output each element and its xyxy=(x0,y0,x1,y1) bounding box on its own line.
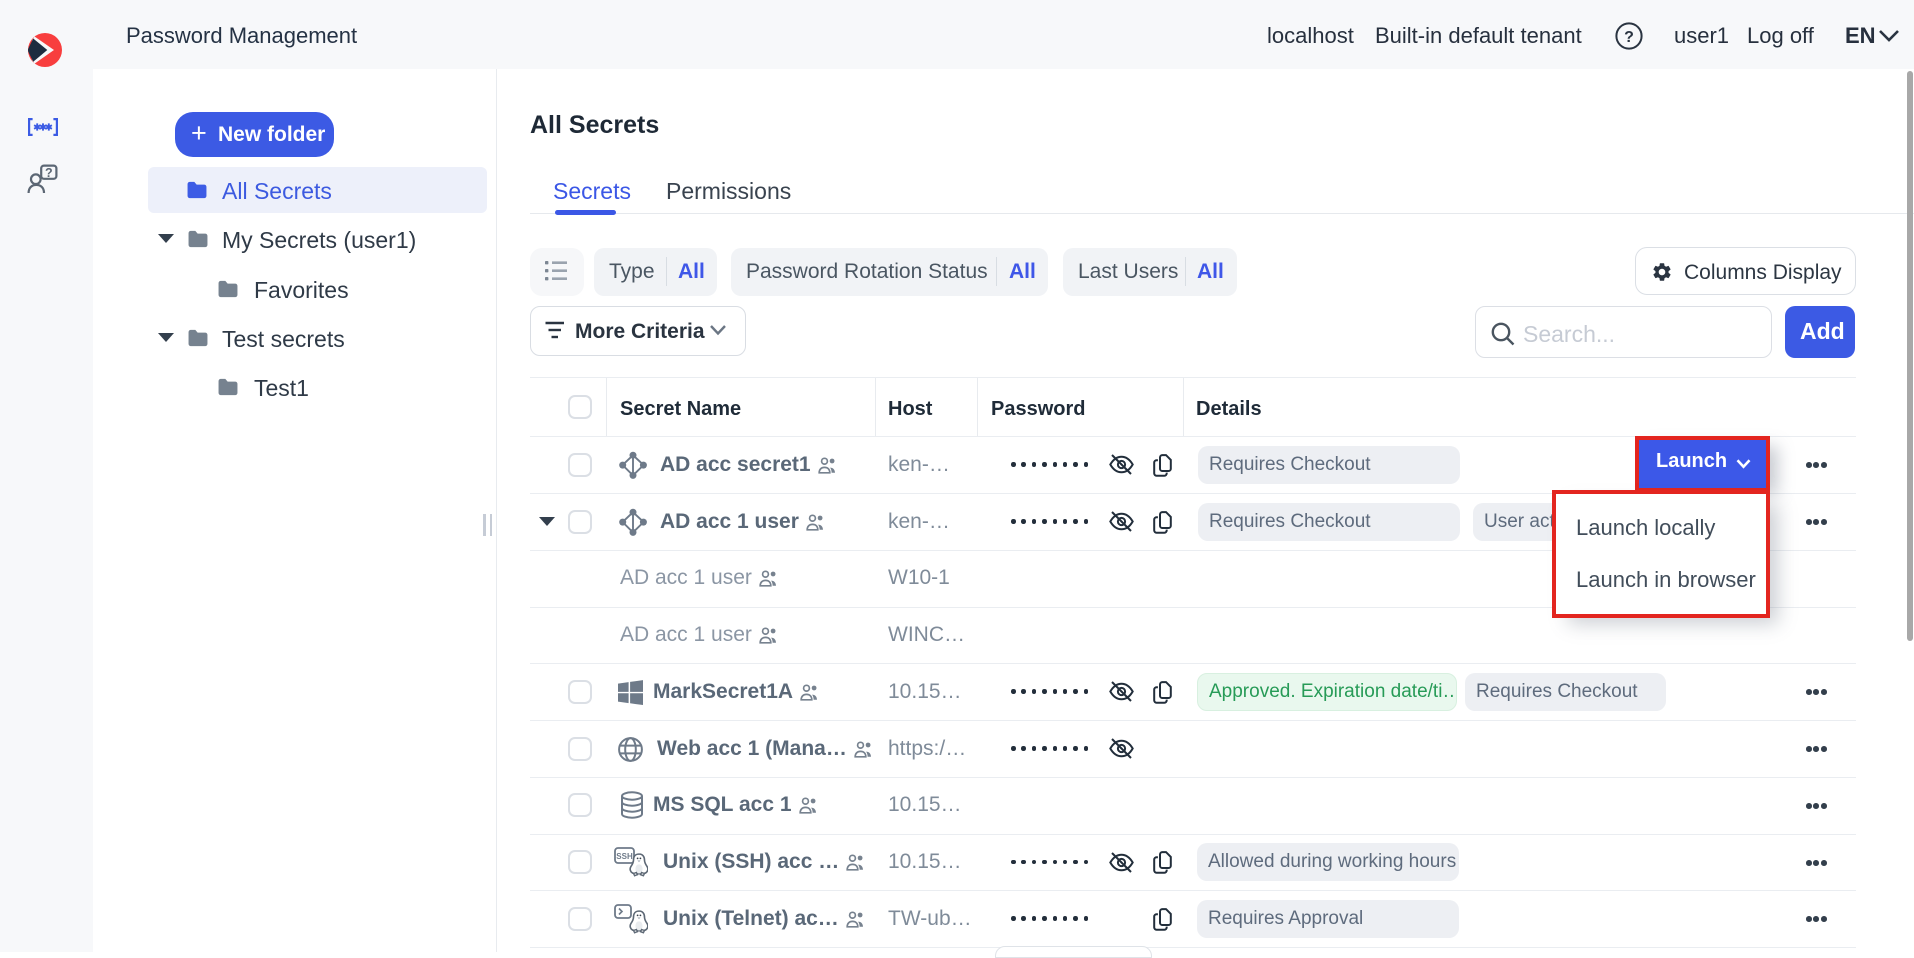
svg-text:SSH: SSH xyxy=(616,852,633,861)
svg-text:?: ? xyxy=(1624,29,1634,46)
svg-text:?: ? xyxy=(45,166,53,180)
